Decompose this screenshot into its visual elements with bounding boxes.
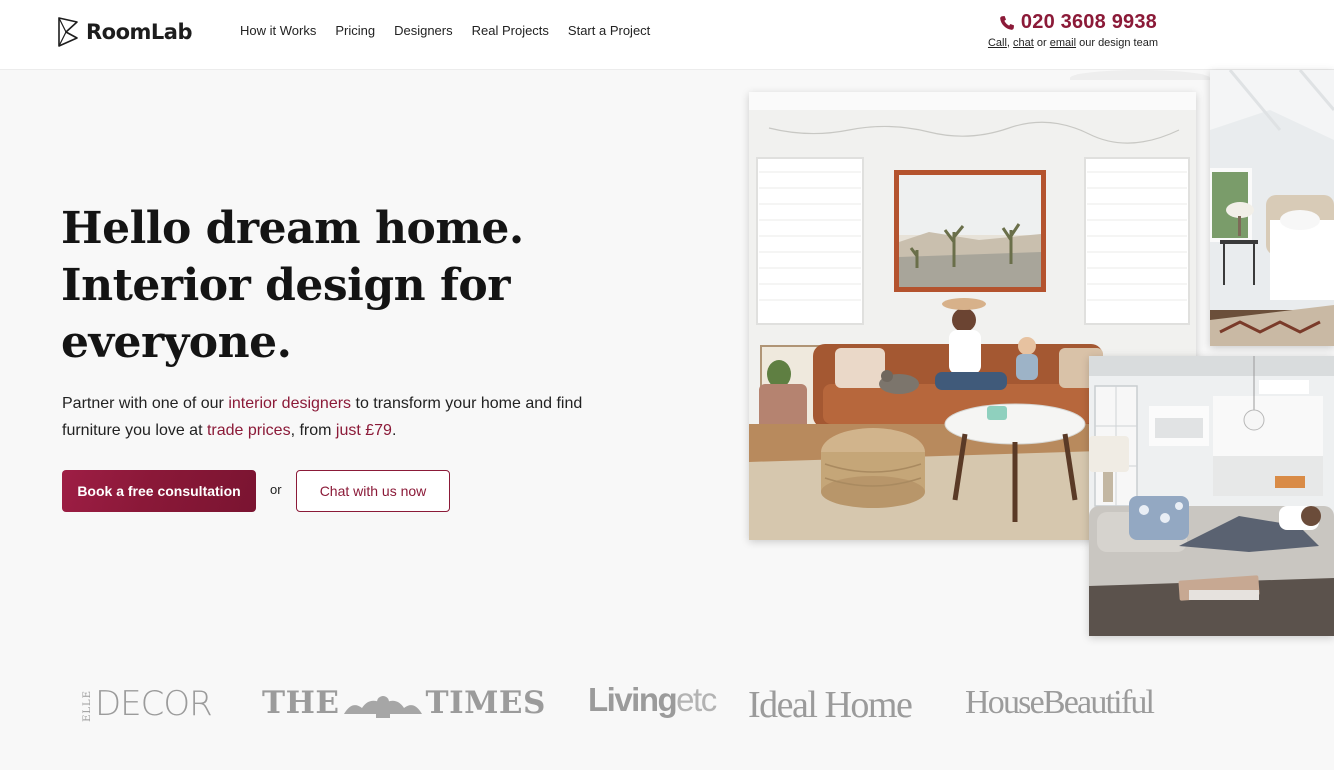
pricing-link[interactable]: just £79 bbox=[336, 422, 392, 439]
nav-pricing[interactable]: Pricing bbox=[335, 23, 375, 38]
contact-suffix: our design team bbox=[1079, 37, 1158, 49]
livingetc-suffix: etc bbox=[676, 681, 717, 718]
hero-heading: Hello dream home. Interior design for ev… bbox=[61, 200, 581, 371]
hero-sub-text-1: Partner with one of our bbox=[62, 395, 229, 412]
nav-start-project[interactable]: Start a Project bbox=[568, 23, 650, 38]
phone-icon bbox=[1000, 15, 1014, 30]
nav-how-it-works[interactable]: How it Works bbox=[240, 23, 316, 38]
nav-real-projects[interactable]: Real Projects bbox=[472, 23, 549, 38]
times-crest-icon bbox=[343, 695, 422, 718]
kitchen-photo bbox=[1089, 356, 1334, 636]
hero-heading-line-1: Hello dream home. bbox=[61, 203, 524, 254]
house-beautiful-logo: HouseBeautiful bbox=[965, 684, 1155, 721]
interior-designers-link[interactable]: interior designers bbox=[228, 395, 351, 412]
bedroom-photo bbox=[1210, 70, 1334, 346]
elle-decor-main: DECOR bbox=[95, 684, 213, 724]
logo-link[interactable]: RoomLab bbox=[56, 16, 193, 48]
nav-designers[interactable]: Designers bbox=[394, 23, 453, 38]
chat-link[interactable]: chat bbox=[1013, 37, 1034, 49]
elle-decor-prefix: ELLE bbox=[82, 689, 93, 722]
the-times-right: TIMES bbox=[425, 685, 546, 721]
livingetc-main: Living bbox=[588, 681, 678, 718]
call-link[interactable]: Call bbox=[988, 37, 1007, 49]
press-logos: ELLEDECOR THE TIMES Livingetc Ideal Home… bbox=[0, 676, 1334, 736]
email-link[interactable]: email bbox=[1050, 37, 1076, 49]
brand-name: RoomLab bbox=[86, 20, 193, 44]
phone-number[interactable]: 020 3608 9938 bbox=[1021, 11, 1157, 34]
cta-or-text: or bbox=[270, 482, 282, 497]
roomlab-logo-icon bbox=[58, 17, 78, 47]
hero-heading-line-2: Interior design for bbox=[61, 260, 510, 311]
phone-block[interactable]: 020 3608 9938 bbox=[999, 11, 1157, 34]
contact-or-text: or bbox=[1036, 37, 1047, 49]
livingetc-logo: Livingetc bbox=[588, 681, 717, 719]
decorative-arc bbox=[1070, 70, 1210, 86]
trade-prices-link[interactable]: trade prices bbox=[207, 422, 291, 439]
main-nav: How it Works Pricing Designers Real Proj… bbox=[240, 23, 650, 38]
chat-now-button[interactable]: Chat with us now bbox=[296, 470, 450, 512]
ideal-home-logo: Ideal Home bbox=[748, 684, 913, 726]
the-times-logo: THE TIMES bbox=[262, 685, 546, 721]
hero-subtitle: Partner with one of our interior designe… bbox=[62, 390, 602, 444]
hero-heading-line-3: everyone. bbox=[61, 317, 292, 368]
the-times-left: THE bbox=[262, 685, 340, 721]
book-consultation-button[interactable]: Book a free consultation bbox=[62, 470, 256, 512]
elle-decor-logo: ELLEDECOR bbox=[82, 684, 213, 724]
hero-sub-text-4: . bbox=[391, 422, 397, 439]
contact-options: Call, chat or email our design team bbox=[987, 37, 1158, 49]
site-header: RoomLab How it Works Pricing Designers R… bbox=[0, 0, 1334, 70]
hero-sub-text-3: , from bbox=[290, 422, 336, 439]
